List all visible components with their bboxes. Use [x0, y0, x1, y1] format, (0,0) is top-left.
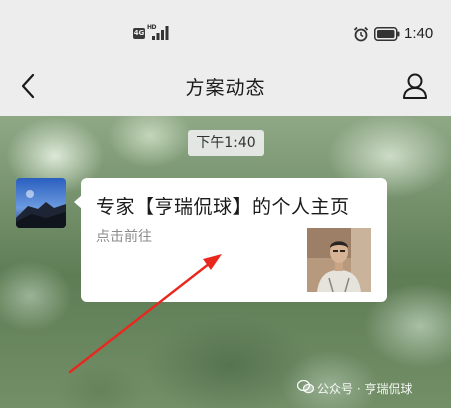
clock-time: 1:40 [404, 25, 434, 42]
network-badge: 4G [133, 28, 145, 39]
alarm-icon [353, 26, 369, 42]
signal-icon [152, 26, 169, 40]
nav-bar: 方案动态 [0, 58, 451, 116]
page-title: 方案动态 [185, 77, 266, 99]
battery-icon [374, 27, 400, 41]
chat-screen: 4G HD 1:40 方案动态 下午1:40 专家【亨瑞侃球】的个人主页 点击前… [0, 0, 451, 408]
watermark-text: 公众号 · 亨瑞侃球 [317, 382, 413, 396]
chat-area: 下午1:40 专家【亨瑞侃球】的个人主页 点击前往 公众号 · 亨瑞侃球 [0, 116, 451, 408]
status-bar: 4G HD 1:40 [0, 0, 451, 58]
wechat-icon [297, 380, 314, 394]
red-arrow-annotation [68, 254, 222, 374]
person-icon[interactable] [402, 72, 428, 100]
